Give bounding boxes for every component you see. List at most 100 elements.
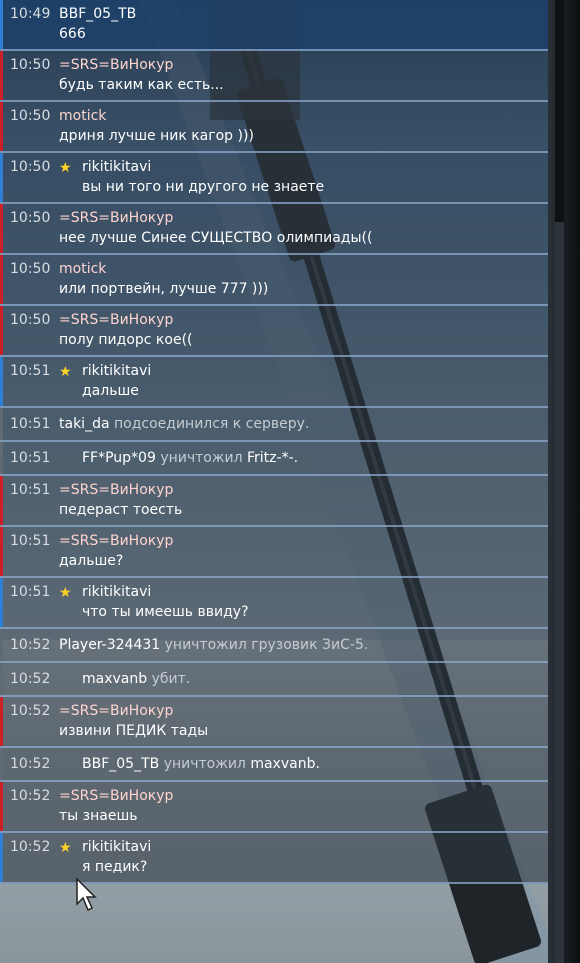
chat-event: 10:52 BBF_05_TB уничтожил maxvanb. <box>0 748 548 782</box>
event-target[interactable]: Fritz-*-. <box>247 450 298 466</box>
event-line: FF*Pup*09 уничтожил Fritz-*-. <box>59 442 548 468</box>
enemy-team-bar <box>0 527 3 576</box>
message-sender[interactable]: =SRS=ВиНокур <box>59 527 548 551</box>
mouse-cursor-icon <box>76 878 97 912</box>
event-verb: уничтожил <box>160 450 243 466</box>
event-verb: уничтожил грузовик ЗиС-5. <box>164 637 369 653</box>
event-time: 10:51 <box>10 416 51 432</box>
message-sender[interactable]: =SRS=ВиНокур <box>59 306 548 330</box>
chat-message: 10:52 ★ rikitikitavi я педик? <box>0 833 548 884</box>
message-text: ты знаешь <box>59 808 138 824</box>
event-time: 10:52 <box>10 671 51 687</box>
message-time: 10:51 <box>10 584 51 600</box>
enemy-team-bar <box>0 306 3 355</box>
message-sender[interactable]: rikitikitavi <box>59 833 548 857</box>
message-time: 10:51 <box>10 482 51 498</box>
chat-event: 10:51 FF*Pup*09 уничтожил Fritz-*-. <box>0 442 548 476</box>
event-time: 10:52 <box>10 756 51 772</box>
chat-message: 10:51 ★ rikitikitavi что ты имеешь ввиду? <box>0 578 548 629</box>
ally-team-bar <box>0 357 3 406</box>
message-text: что ты имеешь ввиду? <box>82 604 249 620</box>
event-actor[interactable]: Player-324431 <box>59 637 160 653</box>
message-time: 10:50 <box>10 159 51 175</box>
enemy-team-bar <box>0 476 3 525</box>
event-target[interactable]: maxvanb. <box>250 756 320 772</box>
event-verb: подсоединился к серверу. <box>113 416 310 432</box>
cockpit-frame <box>548 0 580 963</box>
chat-scrollbar-thumb[interactable] <box>555 0 564 222</box>
enemy-team-bar <box>0 697 3 746</box>
message-text: педераст тоесть <box>59 502 183 518</box>
message-time: 10:52 <box>10 788 51 804</box>
message-sender[interactable]: rikitikitavi <box>59 153 548 177</box>
message-time: 10:50 <box>10 57 51 73</box>
message-text: полу пидорс кое(( <box>59 332 193 348</box>
chat-log[interactable]: 10:49 BBF_05_TB 666 10:50 =SRS=ВиНокур будь т… <box>0 0 548 884</box>
chat-message: 10:50 =SRS=ВиНокур нее лучше Синее СУЩЕСТВ… <box>0 204 548 255</box>
message-text: будь таким как есть... <box>59 77 224 93</box>
message-text: дальше <box>82 383 139 399</box>
event-line: Player-324431 уничтожил грузовик ЗиС-5. <box>59 629 548 655</box>
message-sender[interactable]: motick <box>59 255 548 279</box>
enemy-team-bar <box>0 102 3 151</box>
chat-message: 10:50 =SRS=ВиНокур будь таким как есть... <box>0 51 548 102</box>
event-actor[interactable]: taki_da <box>59 416 110 432</box>
ally-team-bar <box>0 833 3 882</box>
event-bar <box>0 629 3 661</box>
chat-message: 10:51 ★ rikitikitavi дальше <box>0 357 548 408</box>
ally-team-bar <box>0 578 3 627</box>
chat-event: 10:52 maxvanb убит. <box>0 663 548 697</box>
message-time: 10:49 <box>10 6 51 22</box>
chat-message: 10:52 =SRS=ВиНокур ты знаешь <box>0 782 548 833</box>
message-sender[interactable]: =SRS=ВиНокур <box>59 476 548 500</box>
message-text: нее лучше Синее СУЩЕСТВО олимпиады(( <box>59 230 373 246</box>
chat-message: 10:50 motick или портвейн, лучше 777 ))) <box>0 255 548 306</box>
message-time: 10:50 <box>10 108 51 124</box>
message-time: 10:50 <box>10 312 51 328</box>
event-actor[interactable]: maxvanb <box>82 671 147 687</box>
message-time: 10:52 <box>10 703 51 719</box>
enemy-team-bar <box>0 782 3 831</box>
chat-event: 10:51 taki_da подсоединился к серверу. <box>0 408 548 442</box>
ally-team-bar <box>0 0 3 49</box>
message-text: 666 <box>59 26 86 42</box>
event-bar <box>0 442 3 474</box>
event-bar <box>0 663 3 695</box>
message-sender[interactable]: rikitikitavi <box>59 578 548 602</box>
event-actor[interactable]: BBF_05_TB <box>82 756 159 772</box>
star-icon: ★ <box>59 160 72 176</box>
enemy-team-bar <box>0 51 3 100</box>
chat-message: 10:52 =SRS=ВиНокур извини ПЕДИК тады <box>0 697 548 748</box>
chat-message: 10:50 =SRS=ВиНокур полу пидорс кое(( <box>0 306 548 357</box>
ally-team-bar <box>0 153 3 202</box>
message-sender[interactable]: =SRS=ВиНокур <box>59 204 548 228</box>
event-line: BBF_05_TB уничтожил maxvanb. <box>59 748 548 774</box>
message-time: 10:50 <box>10 210 51 226</box>
event-bar <box>0 408 3 440</box>
enemy-team-bar <box>0 255 3 304</box>
event-line: maxvanb убит. <box>59 663 548 689</box>
event-verb: убит. <box>151 671 191 687</box>
message-text: я педик? <box>82 859 148 875</box>
event-actor[interactable]: FF*Pup*09 <box>82 450 156 466</box>
chat-message: 10:49 BBF_05_TB 666 <box>0 0 548 51</box>
message-sender[interactable]: rikitikitavi <box>59 357 548 381</box>
message-time: 10:51 <box>10 533 51 549</box>
chat-message: 10:51 =SRS=ВиНокур педераст тоесть <box>0 476 548 527</box>
message-sender[interactable]: =SRS=ВиНокур <box>59 697 548 721</box>
message-sender[interactable]: =SRS=ВиНокур <box>59 782 548 806</box>
message-time: 10:50 <box>10 261 51 277</box>
message-text: вы ни того ни другого не знаете <box>82 179 325 195</box>
star-icon: ★ <box>59 364 72 380</box>
message-sender[interactable]: BBF_05_TB <box>59 0 548 24</box>
chat-event: 10:52 Player-324431 уничтожил грузовик Зи… <box>0 629 548 663</box>
message-sender[interactable]: motick <box>59 102 548 126</box>
enemy-team-bar <box>0 204 3 253</box>
chat-message: 10:50 motick дриня лучше ник кагор ))) <box>0 102 548 153</box>
message-text: дальше? <box>59 553 124 569</box>
chat-scrollbar-track[interactable] <box>555 0 564 963</box>
message-sender[interactable]: =SRS=ВиНокур <box>59 51 548 75</box>
event-line: taki_da подсоединился к серверу. <box>59 408 548 434</box>
event-time: 10:51 <box>10 450 51 466</box>
star-icon: ★ <box>59 840 72 856</box>
